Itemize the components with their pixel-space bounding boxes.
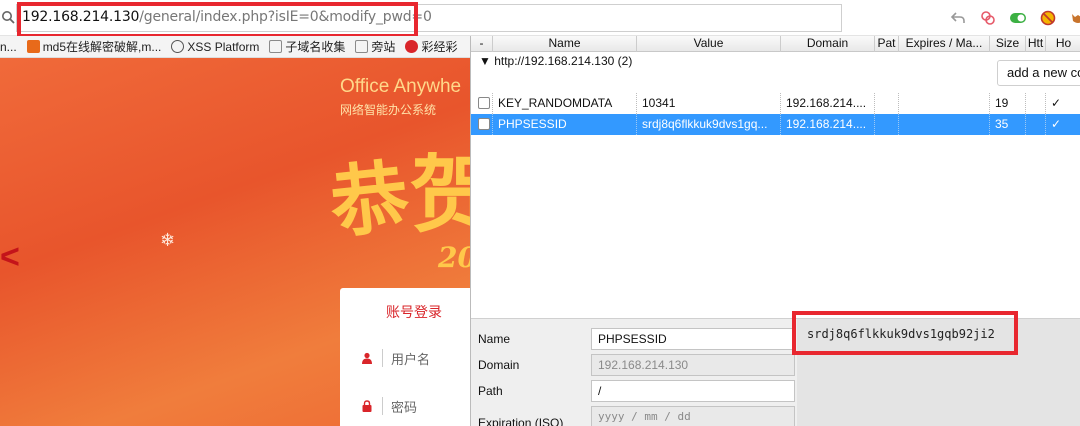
search-icon [1,10,15,24]
cookie-expires [899,114,990,135]
domain-field: 192.168.214.130 [591,354,795,376]
webpage-background: Office Anywhe 网络智能办公系统 恭 贺 20 ❄ < 账号登录 用… [0,58,470,426]
brand-subtitle: 网络智能办公系统 [340,103,437,117]
cookie-domain: 192.168.214.... [781,93,875,114]
block-icon[interactable] [1038,8,1058,28]
url-highlight-box [17,2,418,38]
column-header-host[interactable]: Ho [1046,36,1080,52]
globe-icon [171,40,185,53]
username-field[interactable]: 用户名 [360,346,470,370]
column-header-size[interactable]: Size [990,36,1026,52]
cookie-host: ✓ [1051,117,1062,131]
bookmarks-bar: n... md5在线解密破解,m... XSS Platform 子域名收集 旁… [0,36,470,58]
cookie-value: 10341 [637,93,781,114]
greeting-char: 恭 [326,151,414,250]
expiration-field[interactable]: yyyy / mm / dd [591,406,795,426]
bookmark-item-caijing[interactable]: 彩经彩 [405,38,457,55]
cookie-host: ✓ [1051,96,1062,110]
row-checkbox-cell [471,93,493,114]
snowflake-icon: ❄ [160,230,176,250]
user-icon [360,351,374,365]
cookie-httponly [1026,93,1046,114]
domain-label: Domain [478,358,520,372]
column-header-value[interactable]: Value [637,36,781,52]
brand-title: Office Anywhe [340,76,462,97]
column-header-domain[interactable]: Domain [781,36,875,52]
bookmark-folder-sidesite[interactable]: 旁站 [355,38,395,55]
browser-toolbar: 192.168.214.130/general/index.php?isIE=0… [0,0,1080,38]
cookie-expires [899,93,990,114]
expiration-label: Expiration (ISO) [478,416,564,426]
cookie-table-header: - Name Value Domain Pat Expires / Ma... … [471,36,1080,52]
table-row[interactable]: KEY_RANDOMDATA 10341 192.168.214.... 19 … [471,93,1080,114]
cookie-value: srdj8q6flkkuk9dvs1gq... [637,114,781,135]
login-card: 账号登录 用户名 密码 [340,288,470,426]
username-placeholder: 用户名 [391,351,431,367]
extension-icon[interactable] [978,8,998,28]
bookmark-item-md5[interactable]: md5在线解密破解,m... [26,38,161,55]
name-label: Name [478,332,511,346]
cookie-domain: 192.168.214.... [781,114,875,135]
cookie-size: 35 [990,114,1026,135]
decoration-icon: < [0,238,20,276]
cookie-manager-panel: - Name Value Domain Pat Expires / Ma... … [470,36,1080,426]
path-label: Path [478,384,503,398]
column-header-httponly[interactable]: Htt [1026,36,1046,52]
cookie-path [875,114,899,135]
column-header-path[interactable]: Pat [875,36,899,52]
table-row-selected[interactable]: PHPSESSID srdj8q6flkkuk9dvs1gq... 192.16… [471,114,1080,135]
login-tab[interactable]: 账号登录 [386,302,442,322]
cookie-group-host[interactable]: ▼ http://192.168.214.130 (2) [479,54,632,68]
bookmark-item[interactable]: n... [0,40,17,54]
column-header-select[interactable]: - [471,36,493,52]
fox-icon[interactable] [1068,8,1080,28]
bookmark-item-xss[interactable]: XSS Platform [171,40,259,54]
cookie-httponly [1026,114,1046,135]
cookie-name: PHPSESSID [493,114,637,135]
column-header-name[interactable]: Name [493,36,637,52]
value-highlight-box [792,311,1018,355]
password-placeholder: 密码 [391,399,418,415]
back-arrow-icon[interactable] [948,8,968,28]
cookie-path [875,93,899,114]
row-checkbox-cell [471,114,493,135]
row-checkbox[interactable] [478,118,490,130]
bookmark-folder-subdomain[interactable]: 子域名收集 [269,38,345,55]
greeting-char: 贺 [410,145,470,244]
lock-icon [360,399,374,413]
password-field[interactable]: 密码 [360,394,470,418]
add-cookie-button[interactable]: add a new co [997,60,1080,86]
row-checkbox[interactable] [478,97,490,109]
cookie-size: 19 [990,93,1026,114]
folder-icon [269,40,283,53]
cookie-name: KEY_RANDOMDATA [493,93,637,114]
year-text: 20 [438,241,470,274]
md5-icon [26,40,40,53]
column-header-expires[interactable]: Expires / Ma... [899,36,990,52]
name-field[interactable]: PHPSESSID [591,328,795,350]
folder-icon [355,40,369,53]
toggle-icon[interactable] [1008,8,1028,28]
logo-icon [405,40,419,53]
path-field[interactable]: / [591,380,795,402]
